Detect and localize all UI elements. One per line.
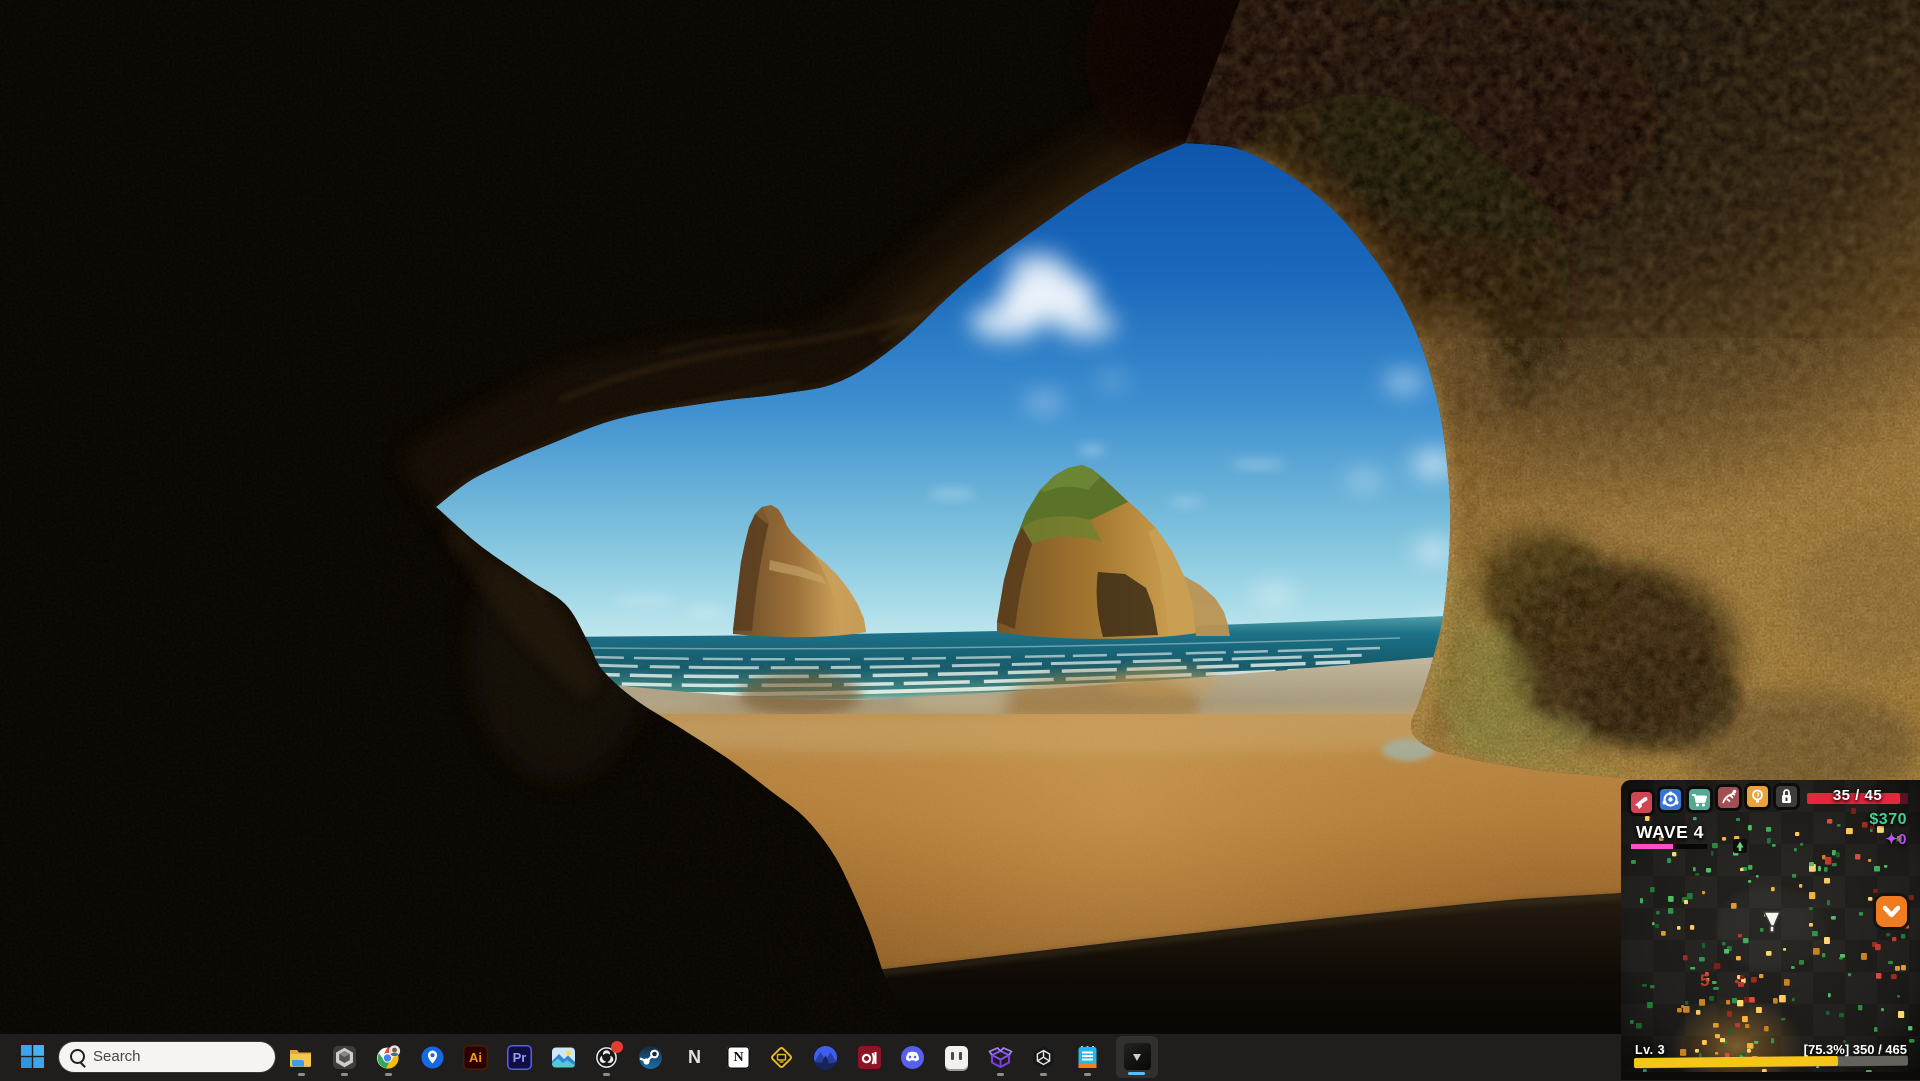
svg-text:5: 5 [1700,971,1709,990]
